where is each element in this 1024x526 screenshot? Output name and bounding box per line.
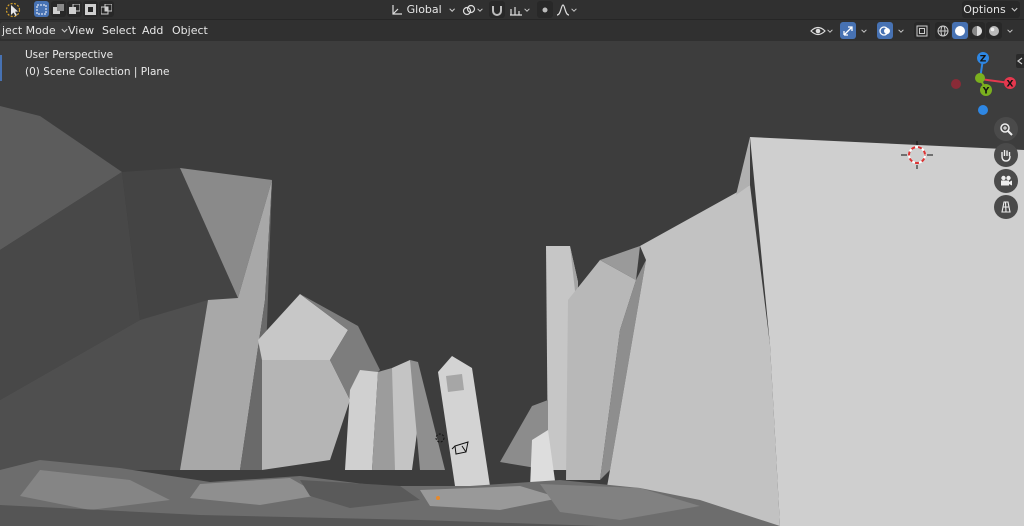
scene-collection-label: (0) Scene Collection | Plane: [25, 66, 170, 78]
gizmo-neg-z[interactable]: [978, 105, 988, 115]
overlays-toggle-button[interactable]: [877, 22, 893, 39]
viewport-header: ject Mode View Select Add Object: [0, 20, 1024, 41]
snap-increment-icon: [510, 6, 522, 16]
mode-selector-dropdown[interactable]: ject Mode: [0, 22, 71, 39]
select-mode-extend-button[interactable]: [51, 1, 66, 17]
chevron-down-icon: [449, 7, 455, 12]
eye-icon: [810, 26, 826, 35]
solid-sphere-icon: [955, 25, 965, 36]
gizmo-dropdown[interactable]: [857, 22, 871, 39]
material-sphere-icon: [972, 25, 982, 36]
rendered-sphere-icon: [989, 25, 999, 36]
pivot-point-dropdown[interactable]: [460, 1, 486, 18]
falloff-curve-icon: [556, 3, 570, 16]
orientation-label: Global: [406, 3, 442, 16]
shading-material-button[interactable]: [969, 22, 985, 39]
shading-solid-button[interactable]: [952, 22, 968, 39]
chevron-down-icon: [1007, 28, 1013, 33]
3d-viewport[interactable]: User Perspective (0) Scene Collection | …: [0, 41, 1024, 526]
grid-icon: [1001, 201, 1011, 213]
menu-select[interactable]: Select: [98, 22, 140, 39]
sidebar-toggle[interactable]: [1016, 54, 1024, 68]
overlays-dropdown[interactable]: [894, 22, 908, 39]
snap-toggle-button[interactable]: [489, 1, 505, 18]
proportional-falloff-dropdown[interactable]: [555, 1, 579, 18]
transform-orientation-dropdown[interactable]: Global: [388, 1, 456, 18]
chevron-down-icon: [1011, 7, 1018, 12]
snap-target-dropdown[interactable]: [507, 1, 533, 18]
pan-button[interactable]: [994, 143, 1018, 167]
chevron-down-icon: [571, 7, 577, 12]
gizmo-neg-x[interactable]: [951, 79, 961, 89]
navigation-gizmo[interactable]: Y Z X: [944, 47, 1024, 127]
proportional-dot-icon: [542, 7, 548, 12]
gizmo-arrows-icon: [843, 25, 853, 36]
link-icon: [462, 4, 476, 15]
camera-view-button[interactable]: [994, 169, 1018, 193]
magnet-icon: [492, 5, 502, 16]
shading-dropdown[interactable]: [1003, 22, 1017, 39]
chevron-down-icon: [524, 7, 530, 12]
wireframe-sphere-icon: [937, 25, 949, 36]
visibility-dropdown[interactable]: [808, 22, 836, 39]
gizmo-toggle-button[interactable]: [840, 22, 856, 39]
menu-object[interactable]: Object: [168, 22, 212, 39]
xray-icon: [916, 25, 928, 36]
zoom-button[interactable]: [994, 117, 1018, 141]
select-mode-new-button[interactable]: [34, 1, 49, 17]
view-perspective-label: User Perspective: [25, 49, 114, 61]
proportional-edit-toggle[interactable]: [537, 1, 553, 18]
scene-geometry: [0, 106, 1024, 526]
chevron-down-icon: [898, 28, 904, 33]
orientation-axes-icon: [392, 4, 402, 15]
options-dropdown[interactable]: Options: [962, 1, 1020, 18]
gizmo-x-label: X: [1007, 80, 1014, 90]
xray-toggle-button[interactable]: [914, 22, 930, 39]
chevron-down-icon: [861, 28, 867, 33]
select-mode-intersect-button[interactable]: [99, 1, 114, 17]
menu-view[interactable]: View: [64, 22, 98, 39]
magnifier-icon: [1000, 123, 1013, 136]
tool-settings-bar: Global Options: [0, 0, 1024, 20]
tool-select-icon[interactable]: [2, 1, 24, 18]
gizmo-z-label: Z: [980, 55, 987, 65]
chevron-down-icon: [827, 28, 833, 33]
gizmo-y-label: Y: [982, 87, 990, 97]
mode-label: ject Mode: [2, 24, 56, 37]
gizmo-y-axis[interactable]: [975, 73, 985, 83]
options-label: Options: [963, 3, 1006, 16]
camera-icon: [1001, 175, 1012, 186]
chevron-down-icon: [477, 7, 483, 12]
shading-rendered-button[interactable]: [986, 22, 1002, 39]
menu-add[interactable]: Add: [138, 22, 167, 39]
ortho-toggle-button[interactable]: [994, 195, 1018, 219]
chevron-left-icon: [1017, 57, 1023, 65]
overlay-circles-icon: [879, 25, 890, 36]
active-edge-indicator: [0, 55, 2, 81]
shading-wireframe-button[interactable]: [935, 22, 951, 39]
hand-icon: [1001, 150, 1011, 162]
select-mode-invert-button[interactable]: [83, 1, 98, 17]
select-mode-subtract-button[interactable]: [67, 1, 82, 17]
